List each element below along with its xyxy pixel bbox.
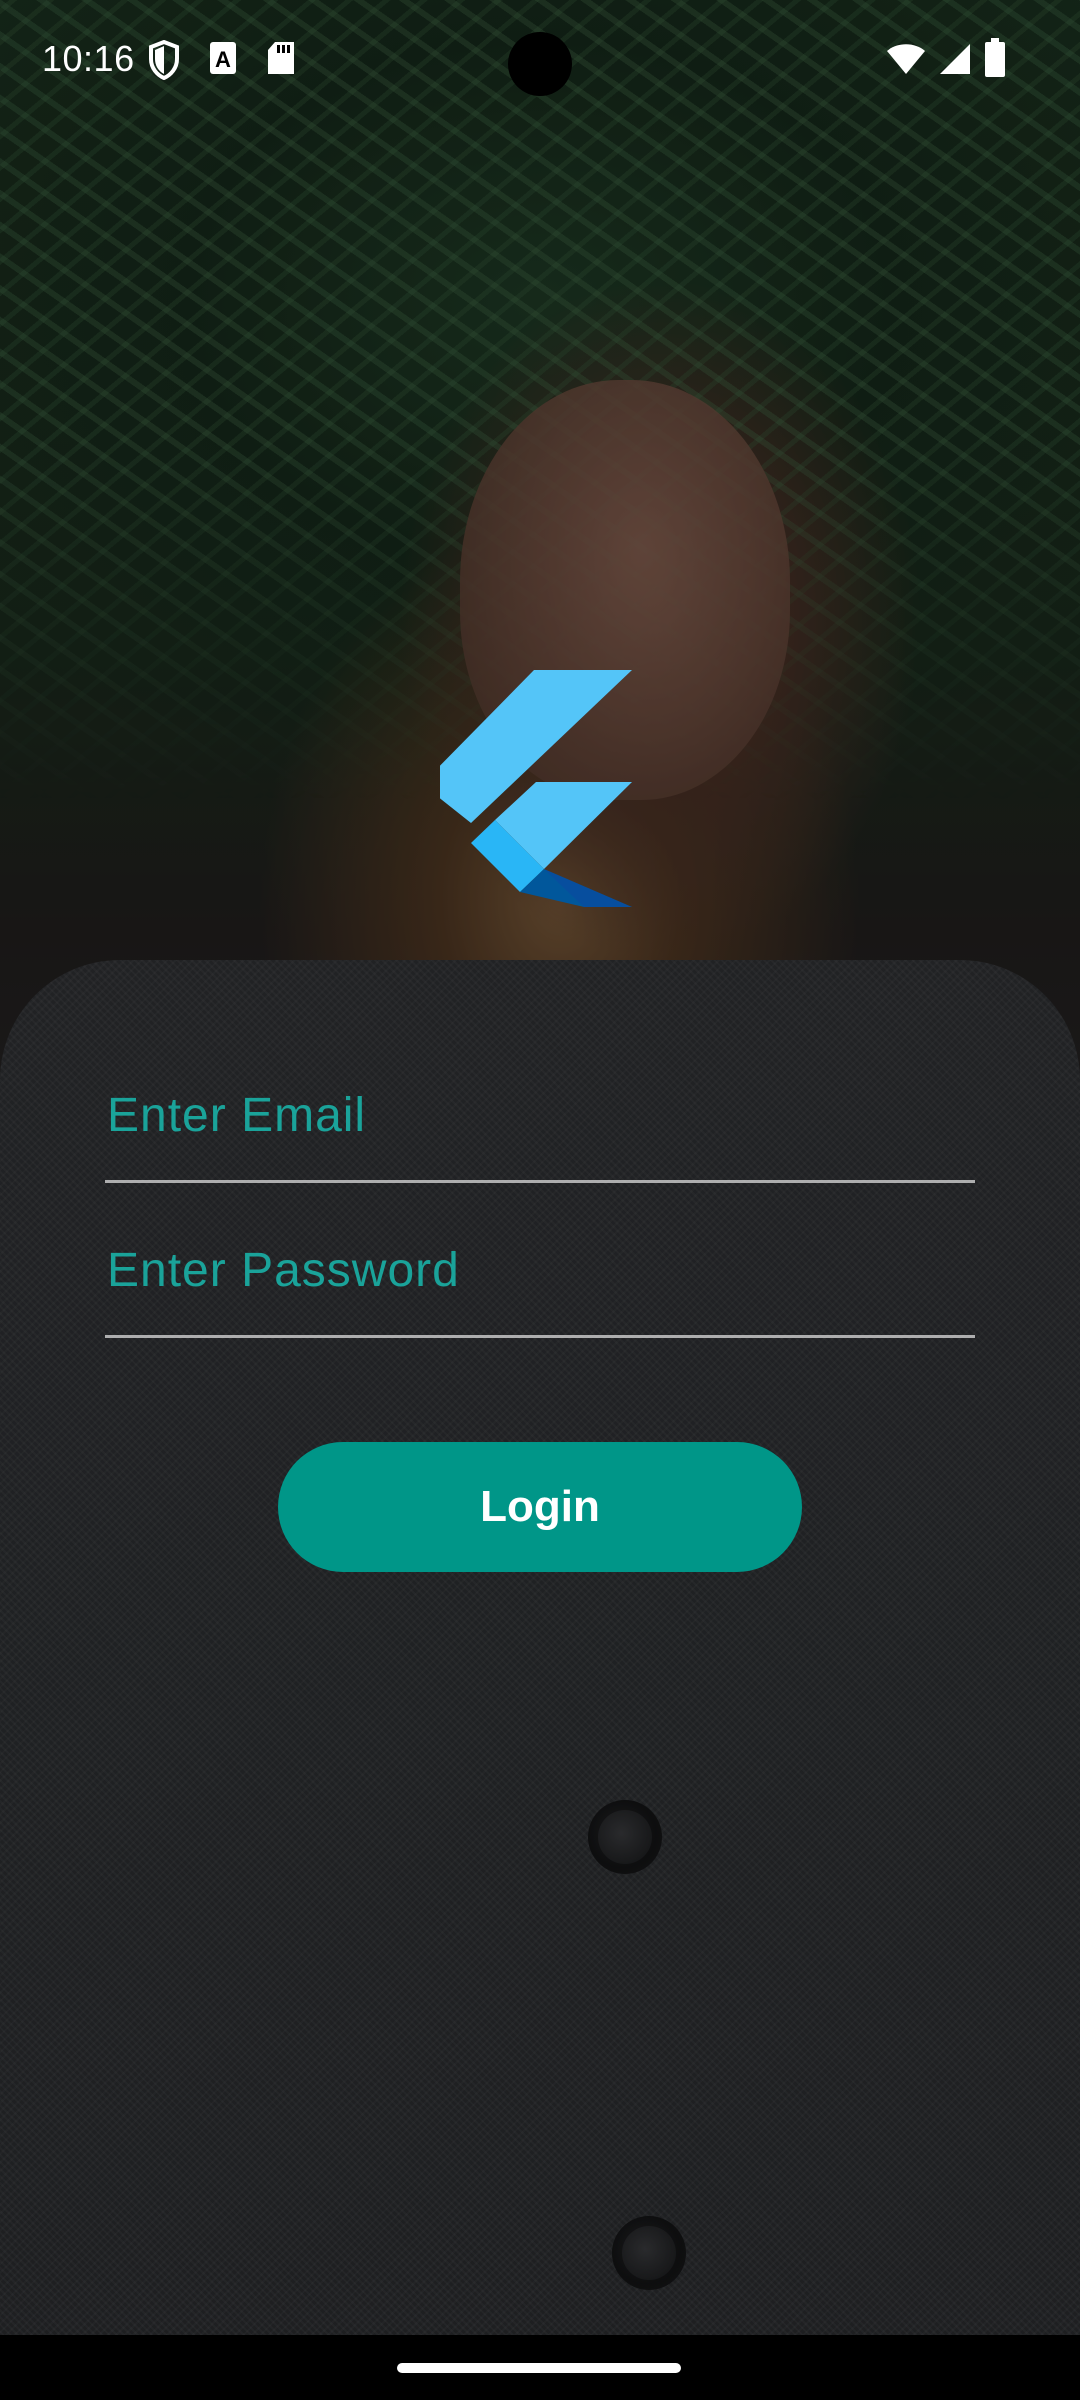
signal-icon — [936, 42, 972, 81]
login-button-label: Login — [480, 1482, 600, 1531]
login-button[interactable]: Login — [278, 1442, 802, 1572]
battery-icon — [984, 38, 1006, 83]
wifi-icon — [886, 42, 926, 81]
flutter-logo-icon — [422, 670, 640, 910]
status-bar: 10:16 A — [0, 0, 1080, 120]
login-screen: 10:16 A Enter Email Enter Password Login — [0, 0, 1080, 2400]
shield-icon — [148, 39, 180, 85]
password-placeholder: Enter Password — [107, 1244, 460, 1297]
camera-cutout — [508, 32, 572, 96]
email-placeholder: Enter Email — [107, 1089, 367, 1142]
email-field[interactable]: Enter Email — [105, 1060, 975, 1183]
status-time: 10:16 — [42, 38, 135, 79]
home-indicator[interactable] — [397, 2363, 681, 2373]
sd-card-icon — [266, 40, 296, 81]
svg-text:A: A — [215, 47, 231, 72]
password-field[interactable]: Enter Password — [105, 1215, 975, 1338]
font-a-icon: A — [208, 40, 238, 81]
